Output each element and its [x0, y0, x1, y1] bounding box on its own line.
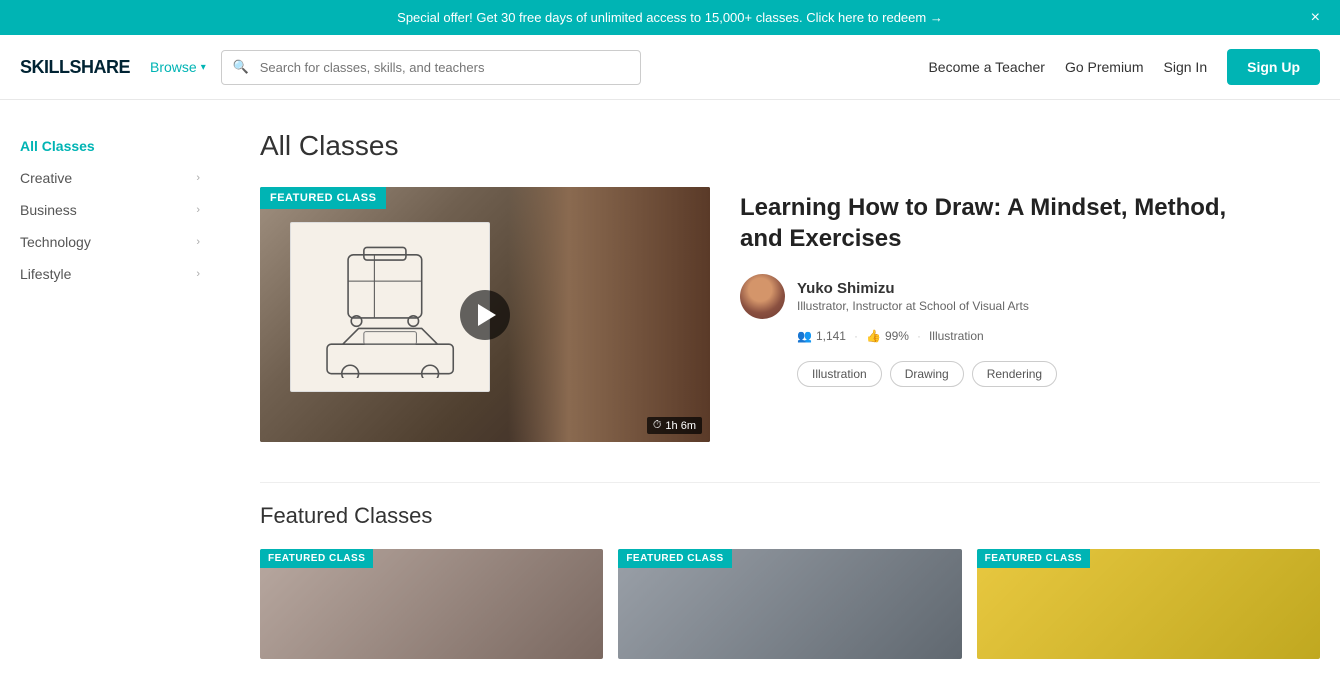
chevron-right-icon: › [196, 236, 200, 248]
video-thumbnail[interactable]: Featured Class ⏱ 1h 6m [260, 187, 710, 442]
sign-up-button[interactable]: Sign Up [1227, 49, 1320, 85]
featured-class-card: Featured Class ⏱ 1h 6m Learning How to D… [260, 187, 1320, 442]
header: SKILLSHARE Browse ▾ 🔍 Become a Teacher G… [0, 35, 1340, 100]
banner-close-button[interactable]: × [1311, 9, 1320, 27]
page-title: All Classes [260, 130, 1320, 162]
tag-rendering[interactable]: Rendering [972, 361, 1057, 387]
sidebar-item-label: Business [20, 202, 77, 218]
sidebar: All Classes Creative › Business › Techno… [20, 130, 220, 659]
main-container: All Classes Creative › Business › Techno… [0, 100, 1340, 679]
sidebar-item-label: Technology [20, 234, 91, 250]
separator: · [917, 329, 921, 343]
sidebar-item-label: Creative [20, 170, 72, 186]
mini-card-badge-1: Featured Class [260, 549, 373, 568]
sidebar-item-business[interactable]: Business › [20, 194, 200, 226]
students-icon: 👥 [797, 329, 812, 343]
rating-value: 99% [885, 329, 909, 343]
search-input[interactable] [221, 50, 641, 85]
sidebar-item-label: Lifestyle [20, 266, 71, 282]
avatar-image [740, 274, 785, 319]
chevron-right-icon: › [196, 204, 200, 216]
sidebar-item-lifestyle[interactable]: Lifestyle › [20, 258, 200, 290]
logo: SKILLSHARE [20, 57, 130, 78]
content-area: All Classes [220, 130, 1320, 659]
person-overlay [508, 187, 711, 442]
clock-icon: ⏱ [653, 419, 662, 432]
sidebar-item-technology[interactable]: Technology › [20, 226, 200, 258]
browse-button[interactable]: Browse ▾ [150, 59, 206, 75]
instructor-row: Yuko Shimizu Illustrator, Instructor at … [740, 274, 1320, 319]
go-premium-button[interactable]: Go Premium [1065, 59, 1144, 75]
sidebar-item-all-classes[interactable]: All Classes [20, 130, 200, 162]
instructor-title: Illustrator, Instructor at School of Vis… [797, 299, 1029, 313]
rating-stat: 👍 99% [866, 329, 909, 343]
students-stat: 👥 1,141 [797, 329, 846, 343]
browse-label: Browse [150, 59, 197, 75]
header-right: Become a Teacher Go Premium Sign In Sign… [928, 49, 1320, 85]
search-container: 🔍 [221, 50, 641, 85]
tag-drawing[interactable]: Drawing [890, 361, 964, 387]
video-duration: ⏱ 1h 6m [647, 417, 702, 434]
instructor-stats: 👥 1,141 · 👍 99% · Illustration [797, 329, 1320, 343]
become-teacher-button[interactable]: Become a Teacher [928, 59, 1044, 75]
sidebar-item-label: All Classes [20, 138, 95, 154]
tags-container: Illustration Drawing Rendering [797, 361, 1320, 387]
duration-text: 1h 6m [665, 420, 696, 432]
sidebar-item-creative[interactable]: Creative › [20, 162, 200, 194]
featured-badge: Featured Class [260, 187, 386, 209]
featured-section: Featured Classes Featured Class Featured… [260, 482, 1320, 659]
drawing-svg [306, 236, 474, 379]
chevron-right-icon: › [196, 172, 200, 184]
sign-in-button[interactable]: Sign In [1164, 59, 1208, 75]
category-label[interactable]: Illustration [929, 329, 984, 343]
avatar [740, 274, 785, 319]
browse-chevron-icon: ▾ [201, 62, 206, 73]
students-count: 1,141 [816, 329, 846, 343]
featured-section-title: Featured Classes [260, 503, 1320, 529]
instructor-details: Yuko Shimizu Illustrator, Instructor at … [797, 280, 1029, 313]
instructor-name[interactable]: Yuko Shimizu [797, 280, 1029, 297]
search-icon: 🔍 [233, 59, 249, 75]
banner-text[interactable]: Special offer! Get 30 free days of unlim… [397, 10, 943, 25]
class-info: Learning How to Draw: A Mindset, Method,… [740, 187, 1320, 387]
class-title: Learning How to Draw: A Mindset, Method,… [740, 192, 1320, 254]
mini-card-badge-2: Featured Class [618, 549, 731, 568]
thumbsup-icon: 👍 [866, 329, 881, 343]
top-banner: Special offer! Get 30 free days of unlim… [0, 0, 1340, 35]
mini-card-badge-3: Featured Class [977, 549, 1090, 568]
tag-illustration[interactable]: Illustration [797, 361, 882, 387]
separator: · [854, 329, 858, 343]
play-button[interactable] [460, 290, 510, 340]
chevron-right-icon: › [196, 268, 200, 280]
